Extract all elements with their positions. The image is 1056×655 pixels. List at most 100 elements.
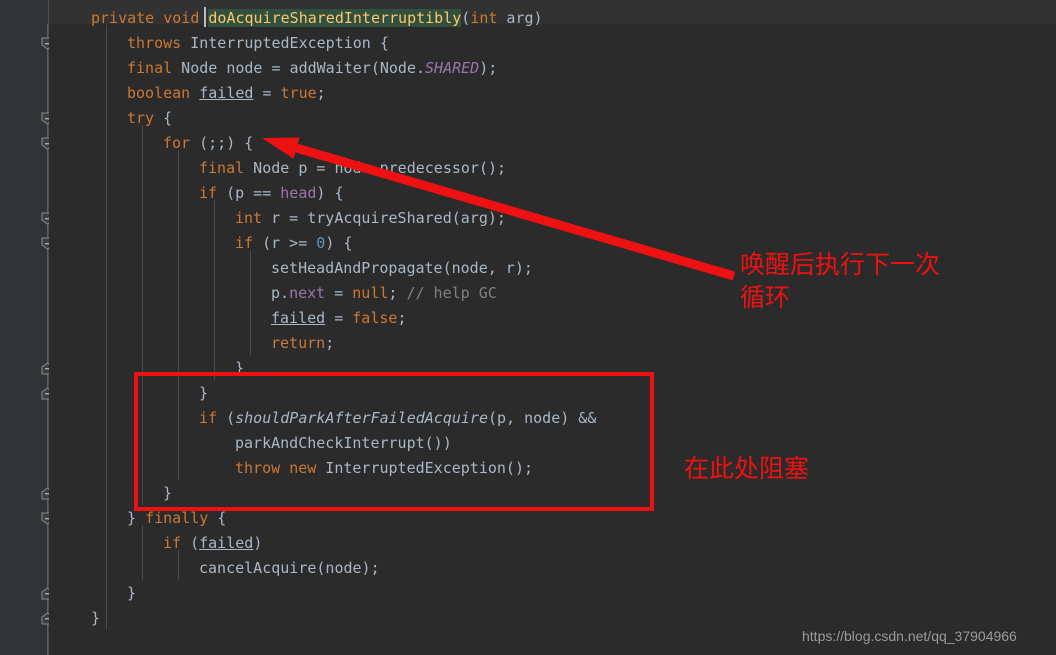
code-line[interactable]: return; <box>271 331 334 356</box>
indent-guide <box>178 150 179 480</box>
code-token: r = tryAcquireShared(arg); <box>262 209 506 227</box>
code-token: arg) <box>497 9 543 27</box>
code-token: if <box>235 234 254 252</box>
code-token: ( <box>461 9 471 27</box>
code-line[interactable]: int r = tryAcquireShared(arg); <box>235 206 506 231</box>
code-line[interactable]: } <box>163 481 172 506</box>
code-token: ; <box>325 334 335 352</box>
code-token: } <box>235 359 245 377</box>
code-token: failed <box>199 534 254 552</box>
code-token: false <box>352 309 398 327</box>
note-wakeup-next-loop: 唤醒后执行下一次 循环 <box>740 250 941 312</box>
code-token: } <box>163 484 173 502</box>
code-token: // help GC <box>406 284 497 302</box>
code-line[interactable]: failed = false; <box>271 306 406 331</box>
code-token: ) { <box>316 184 344 202</box>
code-token: finally <box>145 509 209 527</box>
code-token: setHeadAndPropagate(node, r); <box>271 259 533 277</box>
indent-guide <box>214 200 215 380</box>
code-line[interactable]: throws InterruptedException { <box>127 31 389 56</box>
code-token: ( <box>217 409 236 427</box>
code-token: = <box>325 284 353 302</box>
code-line[interactable]: } <box>91 606 100 631</box>
code-token: } <box>91 609 101 627</box>
code-token: new <box>289 459 317 477</box>
code-token: void <box>163 9 200 27</box>
code-token: p. <box>271 284 290 302</box>
code-token: ; <box>316 84 326 102</box>
indent-guide <box>250 250 251 355</box>
code-token: } <box>199 384 209 402</box>
code-token: failed <box>199 84 254 102</box>
editor-surface[interactable]: private void doAcquireSharedInterruptibl… <box>49 0 1056 655</box>
indent-guide <box>106 25 107 630</box>
text-caret <box>204 7 206 27</box>
code-token: boolean <box>127 84 191 102</box>
code-editor-screenshot: private void doAcquireSharedInterruptibl… <box>0 0 1056 655</box>
code-line[interactable]: if (shouldParkAfterFailedAcquire(p, node… <box>199 406 596 431</box>
code-line[interactable]: cancelAcquire(node); <box>199 556 380 581</box>
code-token: } <box>127 509 146 527</box>
code-token: ; <box>388 284 407 302</box>
code-line[interactable]: if (r >= 0) { <box>235 231 352 256</box>
note-block-here: 在此处阻塞 <box>684 454 810 483</box>
code-line[interactable]: setHeadAndPropagate(node, r); <box>271 256 533 281</box>
code-line[interactable]: } <box>235 356 244 381</box>
code-token: ); <box>479 59 498 77</box>
code-line[interactable]: parkAndCheckInterrupt()) <box>235 431 452 456</box>
code-token: throws <box>127 34 182 52</box>
code-token: { <box>208 509 227 527</box>
code-token: head <box>280 184 317 202</box>
code-line[interactable]: try { <box>127 106 172 131</box>
code-token: throw <box>235 459 281 477</box>
code-token: } <box>127 584 137 602</box>
indent-guide <box>142 525 143 580</box>
indent-guide <box>142 125 143 505</box>
code-token: if <box>199 409 218 427</box>
code-token: for <box>163 134 191 152</box>
code-line[interactable]: } <box>127 581 136 606</box>
code-token: next <box>289 284 326 302</box>
code-token: InterruptedException(); <box>316 459 534 477</box>
code-token: int <box>470 9 498 27</box>
code-token: if <box>199 184 218 202</box>
code-token: parkAndCheckInterrupt()) <box>235 434 452 452</box>
code-token: if <box>163 534 182 552</box>
code-line[interactable]: } finally { <box>127 506 226 531</box>
code-line[interactable]: private void doAcquireSharedInterruptibl… <box>91 6 543 31</box>
code-token: int <box>235 209 263 227</box>
code-token: ; <box>397 309 407 327</box>
code-line[interactable]: final Node p = node.predecessor(); <box>199 156 506 181</box>
code-token: (p, node) && <box>488 409 597 427</box>
code-line[interactable]: p.next = null; // help GC <box>271 281 497 306</box>
code-token: (p == <box>217 184 281 202</box>
code-token: cancelAcquire(node); <box>199 559 380 577</box>
code-line[interactable]: if (failed) <box>163 531 262 556</box>
code-token: true <box>280 84 317 102</box>
code-token: final <box>127 59 173 77</box>
code-token: shouldParkAfterFailedAcquire <box>235 409 488 427</box>
code-line[interactable]: if (p == head) { <box>199 181 344 206</box>
code-token: ( <box>181 534 200 552</box>
code-token: InterruptedException { <box>181 34 389 52</box>
code-token: try <box>127 109 155 127</box>
code-line[interactable]: throw new InterruptedException(); <box>235 456 533 481</box>
code-token: (;;) { <box>190 134 254 152</box>
code-token: = <box>325 309 353 327</box>
code-token: null <box>352 284 389 302</box>
code-token: doAcquireSharedInterruptibly <box>208 9 462 27</box>
code-line[interactable]: for (;;) { <box>163 131 253 156</box>
code-token: ) <box>253 534 263 552</box>
code-line[interactable]: final Node node = addWaiter(Node.SHARED)… <box>127 56 497 81</box>
code-token: 0 <box>316 234 326 252</box>
code-line[interactable]: } <box>199 381 208 406</box>
code-line[interactable]: boolean failed = true; <box>127 81 326 106</box>
code-token: ) { <box>325 234 353 252</box>
watermark-url: https://blog.csdn.net/qq_37904966 <box>802 628 1017 644</box>
code-token: return <box>271 334 326 352</box>
code-token: = <box>253 84 281 102</box>
editor-gutter[interactable] <box>0 0 48 655</box>
